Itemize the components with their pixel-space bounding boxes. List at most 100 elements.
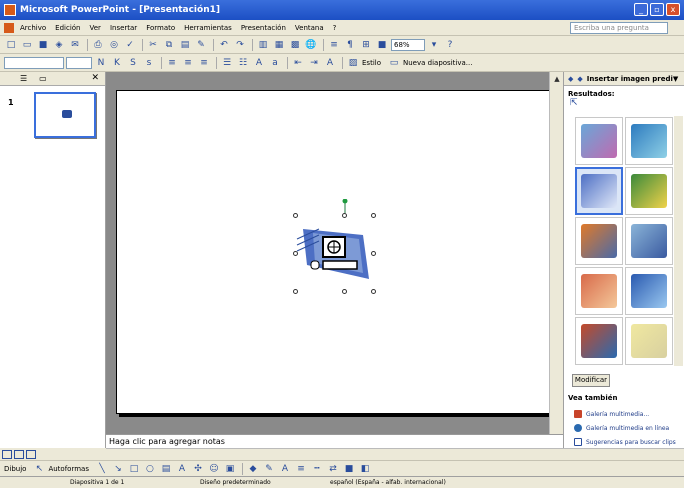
line-color-icon[interactable]: ✎ <box>262 462 276 476</box>
cut-icon[interactable]: ✂ <box>146 38 160 52</box>
clipart-result-4[interactable] <box>625 167 673 215</box>
notes-pane[interactable]: Haga clic para agregar notas <box>106 434 563 448</box>
format-painter-icon[interactable]: ✎ <box>194 38 208 52</box>
grid-icon[interactable]: ⊞ <box>359 38 373 52</box>
menu-presentacion[interactable]: Presentación <box>241 24 286 32</box>
bullets-icon[interactable]: ☷ <box>236 56 250 70</box>
print-icon[interactable]: ⎙ <box>91 38 105 52</box>
rectangle-icon[interactable]: □ <box>127 462 141 476</box>
draw-menu-button[interactable]: Dibujo <box>4 465 26 473</box>
resize-handle-n[interactable] <box>342 213 347 218</box>
permission-icon[interactable]: ◈ <box>52 38 66 52</box>
font-color-icon[interactable]: A <box>323 56 337 70</box>
scroll-up-icon[interactable]: ▲ <box>550 72 564 86</box>
slide-canvas[interactable] <box>116 90 550 414</box>
zoom-dropdown-icon[interactable]: ▾ <box>427 38 441 52</box>
align-center-icon[interactable]: ≡ <box>181 56 195 70</box>
clipart-result-6[interactable] <box>625 217 673 265</box>
slide-sorter-icon[interactable] <box>14 449 24 459</box>
picture-icon[interactable]: ▣ <box>223 462 237 476</box>
increase-font-icon[interactable]: A <box>252 56 266 70</box>
forward-icon[interactable]: ◆ <box>577 75 582 83</box>
design-button[interactable]: Estilo <box>362 59 381 67</box>
clipart-icon[interactable]: ☺ <box>207 462 221 476</box>
save-icon[interactable]: ■ <box>36 38 50 52</box>
task-pane-dropdown-icon[interactable]: ▼ <box>673 75 678 83</box>
new-slide-button[interactable]: Nueva diapositiva... <box>403 59 472 67</box>
menu-archivo[interactable]: Archivo <box>20 24 46 32</box>
clipart-result-5[interactable] <box>575 217 623 265</box>
modify-button[interactable]: Modificar <box>572 374 610 387</box>
clipart-result-1[interactable] <box>575 117 623 165</box>
shadow-icon[interactable]: s <box>142 56 156 70</box>
increase-indent-icon[interactable]: ⇥ <box>307 56 321 70</box>
slide-thumbnail[interactable] <box>34 92 96 138</box>
close-button[interactable]: x <box>666 3 680 16</box>
help-icon[interactable]: ? <box>443 38 457 52</box>
normal-view-icon[interactable] <box>2 449 12 459</box>
underline-icon[interactable]: S <box>126 56 140 70</box>
link-online-gallery[interactable]: Galería multimedia en línea <box>574 424 669 432</box>
color-icon[interactable]: ■ <box>375 38 389 52</box>
menu-herramientas[interactable]: Herramientas <box>184 24 232 32</box>
spelling-icon[interactable]: ✓ <box>123 38 137 52</box>
dash-style-icon[interactable]: ┅ <box>310 462 324 476</box>
link-search-tips[interactable]: Sugerencias para buscar clips <box>574 438 676 446</box>
resize-handle-nw[interactable] <box>293 213 298 218</box>
textbox-icon[interactable]: ▤ <box>159 462 173 476</box>
autoshapes-button[interactable]: Autoformas <box>48 465 89 473</box>
horizontal-scrollbar[interactable] <box>106 448 684 460</box>
design-icon[interactable]: ▨ <box>346 56 360 70</box>
wordart-icon[interactable]: A <box>175 462 189 476</box>
clipart-result-2[interactable] <box>625 117 673 165</box>
decrease-font-icon[interactable]: a <box>268 56 282 70</box>
table-icon[interactable]: ▦ <box>272 38 286 52</box>
hyperlink-icon[interactable]: 🌐 <box>304 38 318 52</box>
bold-icon[interactable]: N <box>94 56 108 70</box>
diagram-icon[interactable]: ✣ <box>191 462 205 476</box>
show-formatting-icon[interactable]: ¶ <box>343 38 357 52</box>
tables-borders-icon[interactable]: ▩ <box>288 38 302 52</box>
maximize-button[interactable]: ▫ <box>650 3 664 16</box>
numbering-icon[interactable]: ☰ <box>220 56 234 70</box>
font-name-box[interactable] <box>4 56 64 69</box>
italic-icon[interactable]: K <box>110 56 124 70</box>
link-media-gallery[interactable]: Galería multimedia... <box>574 410 649 418</box>
menu-ventana[interactable]: Ventana <box>295 24 324 32</box>
tab-slides[interactable]: ▭ <box>39 74 47 83</box>
copy-icon[interactable]: ⧉ <box>162 38 176 52</box>
resize-handle-se[interactable] <box>371 289 376 294</box>
chart-icon[interactable]: ▥ <box>256 38 270 52</box>
oval-icon[interactable]: ○ <box>143 462 157 476</box>
arrow-style-icon[interactable]: ⇄ <box>326 462 340 476</box>
slide-show-icon[interactable] <box>26 449 36 459</box>
document-icon[interactable] <box>4 22 14 33</box>
redo-icon[interactable]: ↷ <box>233 38 247 52</box>
new-slide-icon[interactable]: ▭ <box>387 56 401 70</box>
selected-clipart[interactable] <box>289 198 377 295</box>
menu-insertar[interactable]: Insertar <box>110 24 137 32</box>
vertical-scrollbar[interactable]: ▲ <box>549 72 563 434</box>
fill-color-icon[interactable]: ◆ <box>246 462 260 476</box>
decrease-indent-icon[interactable]: ⇤ <box>291 56 305 70</box>
mail-icon[interactable]: ✉ <box>68 38 82 52</box>
preview-icon[interactable]: ◎ <box>107 38 121 52</box>
clipart-result-9[interactable] <box>575 317 623 365</box>
expand-all-icon[interactable]: ≡ <box>327 38 341 52</box>
menu-ver[interactable]: Ver <box>90 24 101 32</box>
menu-ayuda[interactable]: ? <box>333 24 337 32</box>
tab-outline[interactable]: ☰ <box>20 74 27 83</box>
menu-formato[interactable]: Formato <box>146 24 175 32</box>
paste-icon[interactable]: ▤ <box>178 38 192 52</box>
select-arrow-icon[interactable]: ↖ <box>32 462 46 476</box>
arrow-icon[interactable]: ↘ <box>111 462 125 476</box>
open-icon[interactable]: ▭ <box>20 38 34 52</box>
resize-handle-w[interactable] <box>293 251 298 256</box>
back-icon[interactable]: ◆ <box>568 75 573 83</box>
align-left-icon[interactable]: ≡ <box>165 56 179 70</box>
clipart-result-10[interactable] <box>625 317 673 365</box>
resize-handle-e[interactable] <box>371 251 376 256</box>
zoom-box[interactable]: 68% <box>391 38 425 51</box>
align-right-icon[interactable]: ≡ <box>197 56 211 70</box>
font-size-box[interactable] <box>66 56 92 69</box>
